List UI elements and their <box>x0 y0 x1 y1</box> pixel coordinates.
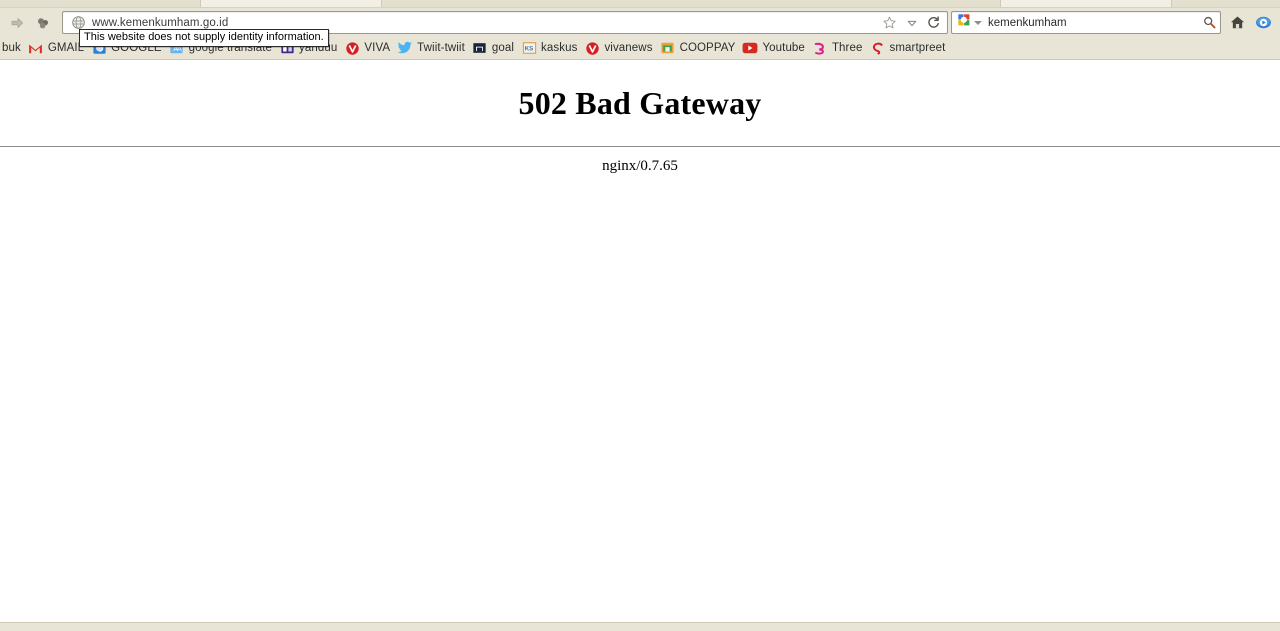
magnifier-icon[interactable] <box>1198 13 1220 32</box>
browser-chrome: www.kemenkumham.go.id kemenkumham buk GM… <box>0 0 1280 60</box>
media-button[interactable] <box>1250 11 1276 35</box>
search-input[interactable]: kemenkumham <box>985 17 1198 29</box>
bookmark-vivanews[interactable]: vivanews <box>582 39 657 58</box>
bookmark-facebook[interactable]: buk <box>2 39 26 58</box>
address-bar-actions <box>880 13 947 32</box>
bookmark-label: COOPPAY <box>679 42 736 54</box>
bookmark-twitter[interactable]: Twiit-twiit <box>395 39 470 58</box>
media-play-icon <box>1255 14 1272 31</box>
bookmark-label: Youtube <box>762 42 805 54</box>
chevron-down-icon[interactable] <box>902 13 921 32</box>
vivanews-icon <box>584 40 600 56</box>
goal-icon <box>472 40 488 56</box>
error-title: 502 Bad Gateway <box>518 85 762 121</box>
home-button[interactable] <box>1224 11 1250 35</box>
chevron-down-icon <box>974 20 982 25</box>
identity-tooltip: This website does not supply identity in… <box>79 29 329 47</box>
bookmark-youtube[interactable]: Youtube <box>740 39 810 58</box>
bookmark-label: Three <box>831 42 863 54</box>
address-bar-url: www.kemenkumham.go.id <box>92 16 229 29</box>
bookmark-label: Twiit-twiit <box>417 42 465 54</box>
server-signature: nginx/0.7.65 <box>602 158 678 174</box>
bookmark-label: kaskus <box>541 42 578 54</box>
identity-tooltip-text: This website does not supply identity in… <box>84 31 324 43</box>
bookmark-label: goal <box>491 42 515 54</box>
status-bar <box>0 622 1280 631</box>
kaskus-icon: KS <box>521 40 537 56</box>
bookmark-cooppay[interactable]: COOPPAY <box>658 39 741 58</box>
browser-tab[interactable] <box>1000 0 1172 7</box>
search-engine-selector[interactable] <box>952 13 985 33</box>
twitter-bird-icon <box>397 40 413 56</box>
bookmark-label: smartpreet <box>889 42 946 54</box>
bookmark-label: buk <box>2 42 21 54</box>
search-box[interactable]: kemenkumham <box>951 11 1221 34</box>
forward-arrow-icon <box>9 15 25 31</box>
bookmark-kaskus[interactable]: KS kaskus <box>519 39 582 58</box>
gmail-m-icon <box>28 40 44 56</box>
bookmark-three[interactable]: Three <box>810 39 868 58</box>
forward-button[interactable] <box>4 11 30 35</box>
youtube-icon <box>742 40 758 56</box>
bookmark-label: vivanews <box>604 42 653 54</box>
stop-button[interactable] <box>30 11 56 35</box>
three-icon <box>812 40 828 56</box>
browser-tab[interactable] <box>200 0 382 7</box>
tab-strip[interactable] <box>0 0 1280 8</box>
bookmark-star-icon[interactable] <box>880 13 899 32</box>
svg-text:A: A <box>177 46 182 53</box>
reload-icon[interactable] <box>924 13 943 32</box>
bookmark-smartfren[interactable]: smartpreet <box>867 39 950 58</box>
cooppay-icon <box>660 40 676 56</box>
viva-icon <box>344 40 360 56</box>
smartfren-icon <box>869 40 885 56</box>
bookmark-viva[interactable]: VIVA <box>342 39 395 58</box>
svg-text:KS: KS <box>524 46 533 53</box>
page-content: 502 Bad Gateway nginx/0.7.65 <box>0 60 1280 631</box>
stop-icon <box>35 15 51 31</box>
google-icon <box>957 13 972 33</box>
home-icon <box>1229 14 1246 31</box>
bookmark-label: VIVA <box>364 42 391 54</box>
bookmark-goal[interactable]: goal <box>470 39 519 58</box>
